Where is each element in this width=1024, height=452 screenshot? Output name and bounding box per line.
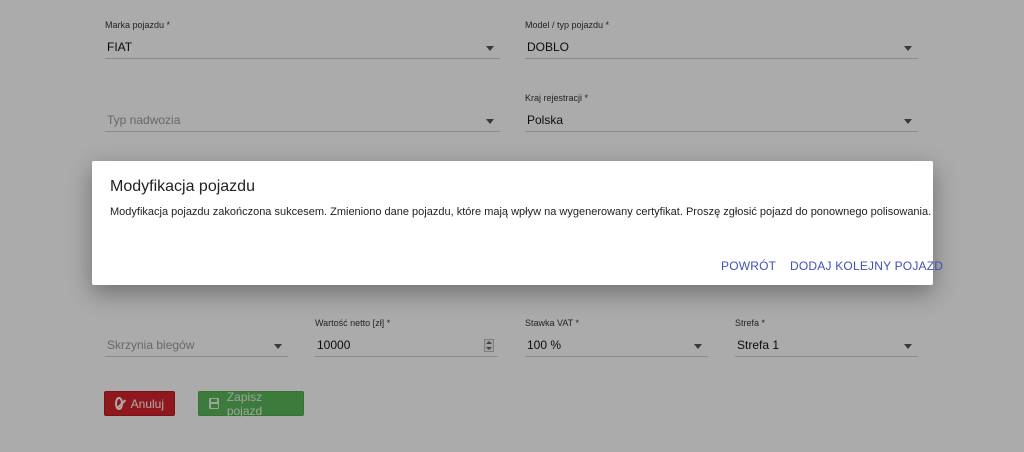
- back-button[interactable]: POWRÓT: [721, 259, 776, 273]
- add-another-vehicle-button[interactable]: DODAJ KOLEJNY POJAZD: [790, 259, 943, 273]
- dialog-message: Modyfikacja pojazdu zakończona sukcesem.…: [110, 206, 932, 218]
- dialog-title: Modyfikacja pojazdu: [110, 178, 255, 195]
- modification-dialog: Modyfikacja pojazdu Modyfikacja pojazdu …: [92, 161, 943, 285]
